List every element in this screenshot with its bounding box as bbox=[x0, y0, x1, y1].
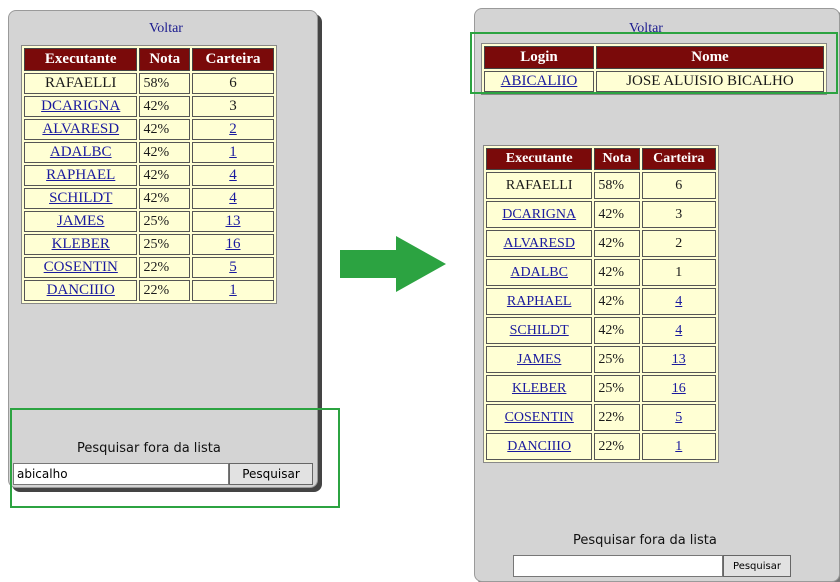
nota-cell: 42% bbox=[594, 230, 640, 257]
executante-link[interactable]: SCHILDT bbox=[486, 317, 593, 344]
executante-link[interactable]: COSENTIN bbox=[24, 257, 138, 278]
executante-link[interactable]: ALVARESD bbox=[24, 119, 138, 140]
table-header-row: Executante Nota Carteira bbox=[24, 48, 274, 71]
carteira-cell: 3 bbox=[641, 201, 716, 228]
nota-cell: 42% bbox=[139, 96, 190, 117]
search-label: Pesquisar fora da lista bbox=[573, 533, 717, 548]
table-row: KLEBER 25% 16 bbox=[24, 234, 274, 255]
table-row: COSENTIN 22% 5 bbox=[486, 404, 716, 431]
table-row: KLEBER 25% 16 bbox=[486, 375, 716, 402]
nota-cell: 42% bbox=[139, 119, 190, 140]
table-row: SCHILDT 42% 4 bbox=[24, 188, 274, 209]
carteira-link[interactable]: 5 bbox=[192, 257, 274, 278]
results-table: Executante Nota Carteira RAFAELLI 58% 6 DC… bbox=[483, 145, 719, 463]
carteira-cell: 2 bbox=[641, 230, 716, 257]
executante-link[interactable]: DANCIIIO bbox=[24, 280, 138, 301]
table-row: JAMES 25% 13 bbox=[24, 211, 274, 232]
executante-cell: RAFAELLI bbox=[486, 172, 593, 199]
right-panel: Voltar Login Nome ABICALIIO JOSE ALUISIO… bbox=[474, 8, 840, 582]
column-header-nota: Nota bbox=[139, 48, 190, 71]
table-row: JAMES 25% 13 bbox=[486, 346, 716, 373]
carteira-link[interactable]: 1 bbox=[192, 142, 274, 163]
carteira-link[interactable]: 13 bbox=[641, 346, 716, 373]
executante-link[interactable]: JAMES bbox=[24, 211, 138, 232]
carteira-cell: 1 bbox=[641, 259, 716, 286]
carteira-cell: 6 bbox=[641, 172, 716, 199]
login-highlight-box bbox=[470, 32, 838, 94]
table-row: DCARIGNA 42% 3 bbox=[24, 96, 274, 117]
executante-link[interactable]: JAMES bbox=[486, 346, 593, 373]
nota-cell: 25% bbox=[139, 211, 190, 232]
executante-link[interactable]: KLEBER bbox=[24, 234, 138, 255]
table-row: ADALBC 42% 1 bbox=[486, 259, 716, 286]
nota-cell: 25% bbox=[594, 375, 640, 402]
carteira-link[interactable]: 5 bbox=[641, 404, 716, 431]
nota-cell: 22% bbox=[594, 433, 640, 460]
executante-link[interactable]: KLEBER bbox=[486, 375, 593, 402]
executante-cell: RAFAELLI bbox=[24, 73, 138, 94]
executante-link[interactable]: DCARIGNA bbox=[24, 96, 138, 117]
search-input[interactable] bbox=[513, 555, 723, 577]
nota-cell: 42% bbox=[139, 142, 190, 163]
executante-link[interactable]: ALVARESD bbox=[486, 230, 593, 257]
table-row: DANCIIIO 22% 1 bbox=[486, 433, 716, 460]
carteira-link[interactable]: 13 bbox=[192, 211, 274, 232]
table-header-row: Executante Nota Carteira bbox=[486, 148, 716, 170]
search-highlight-box bbox=[10, 408, 340, 508]
column-header-executante: Executante bbox=[24, 48, 138, 71]
column-header-carteira: Carteira bbox=[192, 48, 274, 71]
column-header-executante: Executante bbox=[486, 148, 593, 170]
arrow-right-icon bbox=[340, 236, 446, 292]
executante-link[interactable]: ADALBC bbox=[486, 259, 593, 286]
table-row: RAPHAEL 42% 4 bbox=[24, 165, 274, 186]
executante-link[interactable]: RAPHAEL bbox=[486, 288, 593, 315]
nota-cell: 25% bbox=[139, 234, 190, 255]
table-row: DANCIIIO 22% 1 bbox=[24, 280, 274, 301]
table-row: SCHILDT 42% 4 bbox=[486, 317, 716, 344]
results-table: Executante Nota Carteira RAFAELLI 58% 6 DC… bbox=[21, 45, 277, 304]
nota-cell: 25% bbox=[594, 346, 640, 373]
table-row: RAFAELLI 58% 6 bbox=[486, 172, 716, 199]
nota-cell: 22% bbox=[139, 280, 190, 301]
table-row: RAPHAEL 42% 4 bbox=[486, 288, 716, 315]
table-row: ALVARESD 42% 2 bbox=[486, 230, 716, 257]
executante-link[interactable]: SCHILDT bbox=[24, 188, 138, 209]
executante-link[interactable]: COSENTIN bbox=[486, 404, 593, 431]
carteira-link[interactable]: 1 bbox=[641, 433, 716, 460]
carteira-cell: 3 bbox=[192, 96, 274, 117]
table-row: ADALBC 42% 1 bbox=[24, 142, 274, 163]
nota-cell: 58% bbox=[139, 73, 190, 94]
table-row: COSENTIN 22% 5 bbox=[24, 257, 274, 278]
table-row: DCARIGNA 42% 3 bbox=[486, 201, 716, 228]
carteira-link[interactable]: 4 bbox=[641, 288, 716, 315]
carteira-link[interactable]: 4 bbox=[641, 317, 716, 344]
carteira-link[interactable]: 4 bbox=[192, 165, 274, 186]
column-header-carteira: Carteira bbox=[641, 148, 716, 170]
nota-cell: 22% bbox=[139, 257, 190, 278]
executante-link[interactable]: ADALBC bbox=[24, 142, 138, 163]
carteira-link[interactable]: 4 bbox=[192, 188, 274, 209]
nota-cell: 42% bbox=[594, 288, 640, 315]
voltar-link[interactable]: Voltar bbox=[149, 21, 183, 37]
table-row: RAFAELLI 58% 6 bbox=[24, 73, 274, 94]
nota-cell: 42% bbox=[139, 188, 190, 209]
carteira-link[interactable]: 16 bbox=[641, 375, 716, 402]
nota-cell: 42% bbox=[139, 165, 190, 186]
nota-cell: 42% bbox=[594, 201, 640, 228]
nota-cell: 42% bbox=[594, 317, 640, 344]
carteira-link[interactable]: 16 bbox=[192, 234, 274, 255]
executante-link[interactable]: RAPHAEL bbox=[24, 165, 138, 186]
table-row: ALVARESD 42% 2 bbox=[24, 119, 274, 140]
carteira-link[interactable]: 1 bbox=[192, 280, 274, 301]
executante-link[interactable]: DCARIGNA bbox=[486, 201, 593, 228]
nota-cell: 42% bbox=[594, 259, 640, 286]
nota-cell: 58% bbox=[594, 172, 640, 199]
nota-cell: 22% bbox=[594, 404, 640, 431]
search-button[interactable]: Pesquisar bbox=[723, 555, 791, 577]
carteira-link[interactable]: 2 bbox=[192, 119, 274, 140]
carteira-cell: 6 bbox=[192, 73, 274, 94]
column-header-nota: Nota bbox=[594, 148, 640, 170]
executante-link[interactable]: DANCIIIO bbox=[486, 433, 593, 460]
